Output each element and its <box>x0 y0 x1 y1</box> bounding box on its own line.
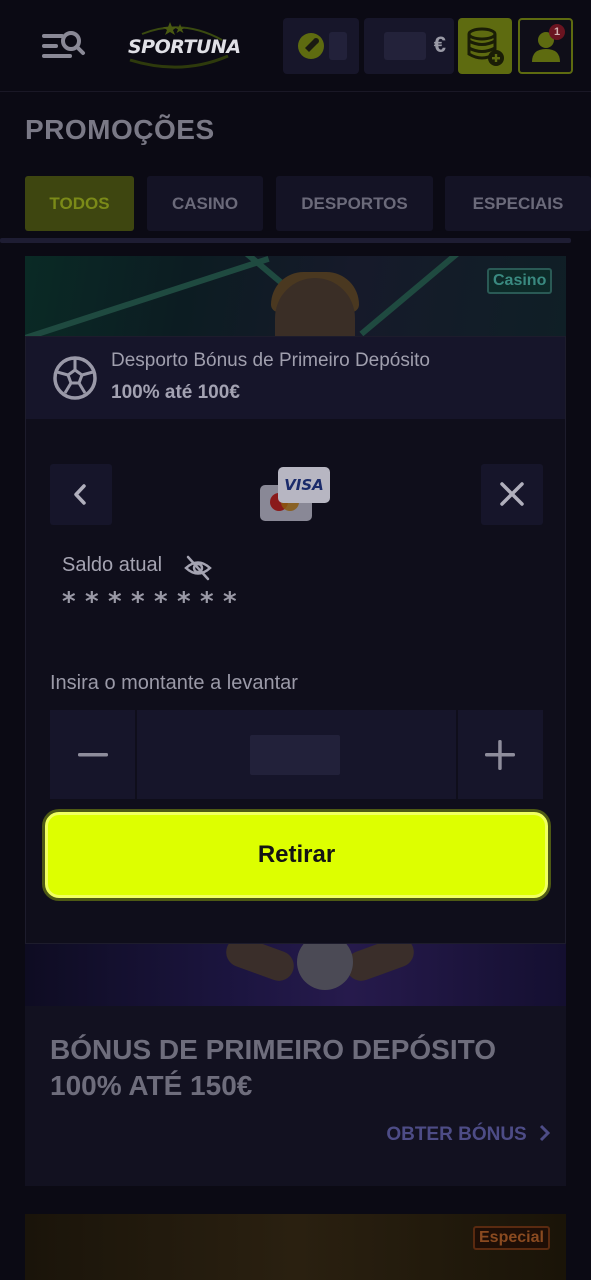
get-bonus-link[interactable]: OBTER BÓNUS <box>386 1124 552 1146</box>
svg-text:*: * <box>85 590 104 614</box>
withdraw-sheet: Desporto Bónus de Primeiro Depósito 100%… <box>25 336 566 944</box>
balance-masked: * * * * * * * * <box>62 587 252 620</box>
svg-text:*: * <box>154 590 173 614</box>
decrease-button[interactable] <box>50 710 135 799</box>
soccer-ball-icon <box>53 356 97 400</box>
banner-football <box>297 944 353 990</box>
payment-methods: VISA <box>258 467 338 523</box>
top-bar: SPORTUNA € 1 <box>0 0 591 92</box>
promo-banner-special[interactable]: Especial <box>25 1214 566 1280</box>
promo-tag-casino: Casino <box>487 268 553 294</box>
amount-label: Insira o montante a levantar <box>50 672 298 694</box>
back-button[interactable] <box>50 464 112 525</box>
currency-symbol: € <box>433 32 446 57</box>
logo-text: SPORTUNA <box>128 36 241 58</box>
menu-search-button[interactable] <box>40 26 88 66</box>
visa-icon: VISA <box>278 467 330 503</box>
chevron-left-icon <box>74 484 86 505</box>
balance-amount-hidden <box>384 32 426 60</box>
promo-tabs: TODOS CASINO DESPORTOS ESPECIAIS <box>25 176 591 231</box>
balance-label: Saldo atual <box>62 554 163 576</box>
svg-text:*: * <box>108 590 127 614</box>
banner-stripe <box>25 256 270 338</box>
close-icon <box>500 482 524 506</box>
svg-text:*: * <box>62 590 81 614</box>
banner-arm <box>221 944 299 986</box>
menu-search-icon <box>42 31 85 58</box>
tab-todos[interactable]: TODOS <box>25 176 134 231</box>
balance-chip[interactable]: € <box>364 18 454 74</box>
promo-banner-sports[interactable] <box>25 944 566 1006</box>
plus-icon <box>485 740 515 770</box>
svg-text:*: * <box>223 590 242 614</box>
bonus-coin-icon <box>298 33 324 59</box>
withdraw-button[interactable]: Retirar <box>45 812 548 898</box>
promo-card-sports[interactable]: BÓNUS DE PRIMEIRO DEPÓSITO 100% ATÉ 150€… <box>25 1006 566 1186</box>
bonus-amount-hidden <box>329 32 347 60</box>
tab-casino[interactable]: CASINO <box>147 176 263 231</box>
bonus-balance-chip[interactable] <box>283 18 359 74</box>
amount-stepper <box>50 710 543 799</box>
svg-text:*: * <box>177 590 196 614</box>
sheet-title: Desporto Bónus de Primeiro Depósito <box>111 350 430 371</box>
amount-input[interactable] <box>250 735 340 775</box>
chevron-right-icon <box>539 1124 551 1142</box>
notification-badge: 1 <box>549 24 565 40</box>
eye-off-icon-svg <box>184 555 212 581</box>
masked-balance-asterisks: * * * * * * * * <box>62 587 242 617</box>
increase-button[interactable] <box>458 710 543 799</box>
deposit-button[interactable] <box>458 18 512 74</box>
svg-text:*: * <box>131 590 150 614</box>
close-button[interactable] <box>481 464 543 525</box>
promo-tag-especial: Especial <box>473 1226 550 1250</box>
promo-banner-casino[interactable]: Casino <box>25 256 566 338</box>
tabs-scrollbar[interactable] <box>0 238 571 243</box>
tab-especiais[interactable]: ESPECIAIS <box>445 176 591 231</box>
svg-text:*: * <box>200 590 219 614</box>
minus-icon <box>78 753 108 757</box>
promo-title: BÓNUS DE PRIMEIRO DEPÓSITO 100% ATÉ 150€ <box>50 1034 496 1101</box>
banner-arm <box>341 944 419 986</box>
banner-stripe <box>359 256 471 337</box>
sheet-header: Desporto Bónus de Primeiro Depósito 100%… <box>26 337 565 419</box>
coins-plus-icon <box>467 27 504 66</box>
get-bonus-label: OBTER BÓNUS <box>386 1124 527 1145</box>
sportuna-logo[interactable]: SPORTUNA <box>122 20 241 72</box>
account-button[interactable]: 1 <box>518 18 573 74</box>
sheet-subtitle: 100% até 100€ <box>111 382 240 403</box>
tab-desportos[interactable]: DESPORTOS <box>276 176 433 231</box>
stepper-divider <box>135 710 137 799</box>
page-title: PROMOÇÕES <box>25 114 215 145</box>
eye-off-icon[interactable] <box>184 555 212 581</box>
